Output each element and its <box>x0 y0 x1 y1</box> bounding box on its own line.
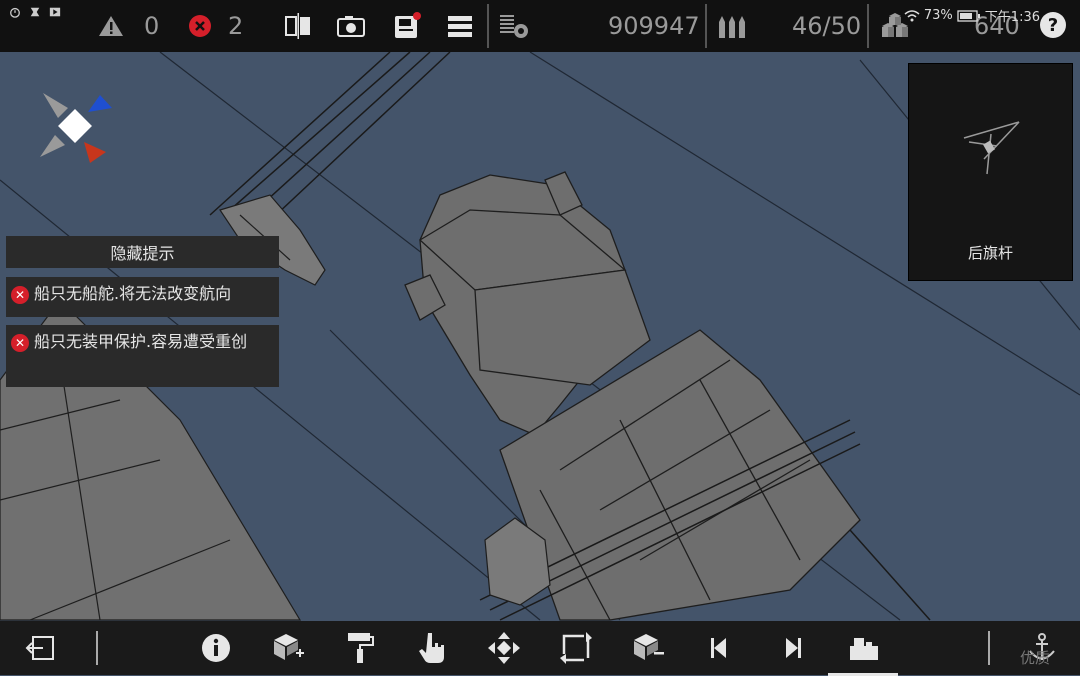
previous-button[interactable] <box>698 627 742 669</box>
warning-text: 船只无船舵.将无法改变航向 <box>34 284 232 303</box>
ammo-icon <box>719 16 745 38</box>
error-icon: ✕ <box>11 334 29 352</box>
move-arrows-icon <box>488 632 520 664</box>
layers-button[interactable] <box>446 0 474 52</box>
step-forward-icon <box>786 638 801 658</box>
screenshot-button[interactable] <box>336 0 366 52</box>
top-toolbar: 0 2 909947 46/50 640 73% 下午1:36 ? <box>0 0 1080 52</box>
battery-percent: 73% <box>923 8 953 23</box>
hide-hints-button[interactable]: 隐藏提示 <box>6 236 279 268</box>
app-icon <box>30 7 40 17</box>
save-icon <box>395 12 421 38</box>
warning-count: 0 <box>144 12 160 40</box>
clock: 下午1:36 <box>984 10 1040 25</box>
rotate-icon <box>560 632 592 664</box>
parts-view-icon <box>850 638 878 660</box>
credits-value: 909947 <box>608 12 700 40</box>
error-icon <box>189 15 211 37</box>
next-button[interactable] <box>770 627 814 669</box>
flagpole-part-preview <box>963 121 1020 175</box>
mirror-button[interactable] <box>284 0 314 52</box>
wifi-icon <box>904 9 920 21</box>
watermark: 优质 <box>1020 649 1051 667</box>
save-button[interactable] <box>392 0 422 52</box>
part-name-label: 后旗杆 <box>967 244 1013 262</box>
warning-text: 船只无装甲保护.容易遭受重创 <box>34 332 248 351</box>
layers-icon <box>448 16 472 37</box>
coins-icon <box>500 15 528 38</box>
errors-counter[interactable]: 2 <box>188 0 243 52</box>
part-preview-panel[interactable]: 后旗杆 <box>908 63 1073 281</box>
camera-icon <box>337 16 365 37</box>
exit-button[interactable] <box>18 627 62 669</box>
media-icon <box>49 7 61 17</box>
paint-button[interactable] <box>338 627 382 669</box>
hand-pointer-icon <box>419 633 444 663</box>
info-icon <box>202 634 230 662</box>
ammo-capacity: 46/50 <box>792 12 862 40</box>
info-button[interactable] <box>194 627 238 669</box>
battery-icon <box>957 9 980 22</box>
warning-no-rudder[interactable]: ✕ 船只无船舵.将无法改变航向 <box>6 277 279 317</box>
warnings-counter[interactable]: 0 <box>98 0 159 52</box>
rotate-button[interactable] <box>554 627 598 669</box>
timer-icon <box>10 7 20 18</box>
system-status: 73% 下午1:36 <box>904 6 1040 25</box>
error-icon: ✕ <box>11 286 29 304</box>
select-tool-button[interactable] <box>410 627 454 669</box>
mirror-icon <box>285 13 310 39</box>
parts-view-button[interactable] <box>842 627 886 669</box>
move-button[interactable] <box>482 627 526 669</box>
credits-display <box>498 0 530 52</box>
paint-roller-icon <box>348 633 374 663</box>
error-count: 2 <box>228 12 244 40</box>
add-block-icon <box>274 634 304 660</box>
help-icon: ? <box>1047 14 1059 36</box>
exit-icon <box>25 636 54 660</box>
step-back-icon <box>711 638 726 658</box>
help-button[interactable]: ? <box>1040 12 1066 38</box>
ammo-display <box>716 0 750 52</box>
warning-no-armor[interactable]: ✕ 船只无装甲保护.容易遭受重创 <box>6 325 279 387</box>
warning-icon <box>99 16 123 36</box>
remove-block-icon <box>634 634 664 660</box>
remove-block-button[interactable] <box>626 627 670 669</box>
add-block-button[interactable] <box>266 627 310 669</box>
status-icons <box>8 6 62 18</box>
bottom-toolbar: 优质 <box>0 621 1080 676</box>
